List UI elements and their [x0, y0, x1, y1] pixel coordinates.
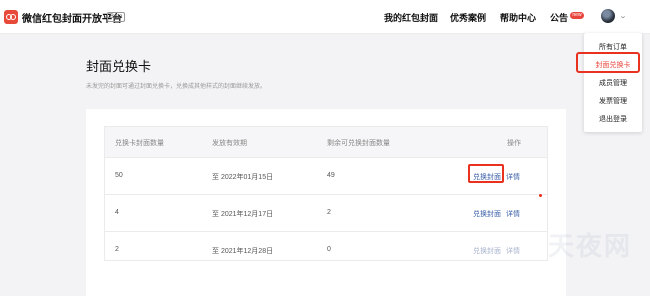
cell-count: 4 [115, 209, 119, 216]
column-header-remaining: 剩余可兑换封面数量 [327, 140, 390, 147]
nav-announcements[interactable]: 公告 [550, 11, 568, 24]
beta-badge: Beta [107, 12, 126, 22]
watermark-text: 天夜网 [548, 231, 633, 261]
detail-link[interactable]: 详情 [506, 172, 520, 182]
cell-expiry: 至 2022年01月15日 [212, 174, 274, 181]
menu-item-member-management[interactable]: 成员管理 [584, 78, 642, 88]
nav-help-center[interactable]: 帮助中心 [500, 11, 536, 24]
menu-item-all-orders[interactable]: 所有订单 [584, 42, 642, 52]
cell-expiry: 至 2021年12月17日 [212, 211, 274, 218]
cell-remaining: 0 [327, 246, 331, 253]
cell-count: 2 [115, 246, 119, 253]
redeem-cover-link-disabled: 兑换封面 [473, 248, 501, 255]
nav-excellent-cases[interactable]: 优秀案例 [450, 11, 486, 24]
user-avatar[interactable] [601, 9, 615, 23]
red-dot-marker [539, 194, 542, 197]
cell-remaining: 49 [327, 172, 335, 179]
column-header-expiry: 发放有效期 [212, 140, 247, 147]
nav-my-covers[interactable]: 我的红包封面 [384, 11, 438, 24]
user-dropdown-menu: 所有订单 封面兑换卡 成员管理 发票管理 退出登录 [584, 33, 642, 132]
cell-expiry: 至 2021年12月28日 [212, 248, 274, 255]
menu-item-invoice-management[interactable]: 发票管理 [584, 96, 642, 106]
cell-count: 50 [115, 172, 123, 179]
table-header: 兑换卡封面数量 发放有效期 剩余可兑换封面数量 操作 [105, 127, 547, 157]
exchange-card-table: 兑换卡封面数量 发放有效期 剩余可兑换封面数量 操作 50 至 2022年01月… [104, 126, 548, 261]
column-header-count: 兑换卡封面数量 [115, 140, 164, 147]
table-row: 4 至 2021年12月17日 2 兑换封面 详情 [105, 194, 547, 231]
cell-remaining: 2 [327, 209, 331, 216]
column-header-actions: 操作 [507, 140, 521, 147]
highlight-box-redeem [468, 164, 504, 183]
red-envelope-logo-icon [4, 10, 18, 24]
exchange-card-panel: 兑换卡封面数量 发放有效期 剩余可兑换封面数量 操作 50 至 2022年01月… [86, 109, 566, 296]
redeem-cover-link[interactable]: 兑换封面 [473, 209, 501, 219]
page-description: 未发完的封面可通过封面兑换卡，兑换成其他样式的封面继续发放。 [86, 84, 267, 90]
new-badge: new [570, 12, 584, 19]
detail-link[interactable]: 详情 [506, 246, 520, 256]
chevron-down-icon[interactable]: ⌄ [619, 12, 627, 20]
page-title: 封面兑换卡 [86, 59, 152, 74]
highlight-box-menu [576, 52, 640, 73]
detail-link[interactable]: 详情 [506, 209, 520, 219]
menu-item-logout[interactable]: 退出登录 [584, 114, 642, 124]
top-navigation-bar: 微信红包封面开放平台 Beta 我的红包封面 优秀案例 帮助中心 公告 new … [0, 0, 650, 34]
table-row: 2 至 2021年12月28日 0 兑换封面 详情 [105, 231, 547, 262]
